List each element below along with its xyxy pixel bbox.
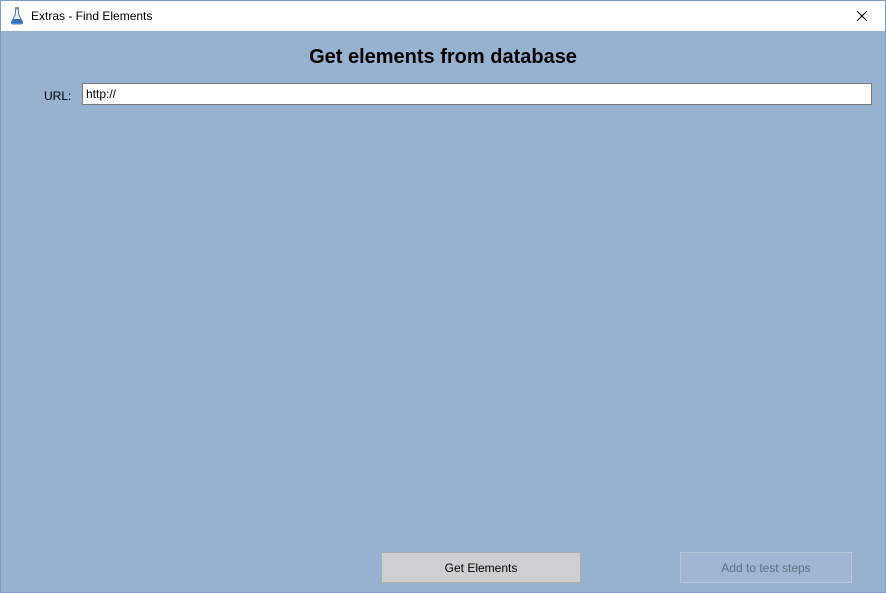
flask-icon: [10, 7, 24, 25]
add-to-test-steps-button[interactable]: Add to test steps: [680, 552, 852, 583]
app-window: Extras - Find Elements Get elements from…: [0, 0, 886, 593]
page-title: Get elements from database: [309, 46, 577, 68]
title-bar: Extras - Find Elements: [1, 1, 885, 31]
url-input[interactable]: [82, 83, 872, 105]
close-icon: [856, 10, 868, 22]
url-label: URL:: [44, 89, 72, 103]
close-button[interactable]: [839, 1, 885, 31]
window-title: Extras - Find Elements: [31, 9, 153, 23]
get-elements-button[interactable]: Get Elements: [381, 552, 581, 583]
